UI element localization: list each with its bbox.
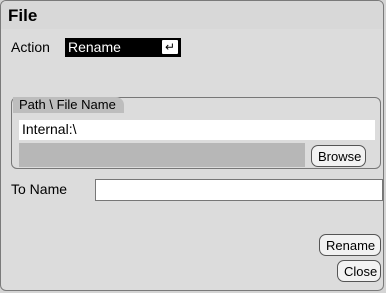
file-dialog: File Action Rename ↵ Path \ File Name In… [0, 0, 384, 291]
to-name-label: To Name [11, 181, 68, 197]
action-dropdown[interactable]: Rename ↵ [65, 38, 181, 57]
title-bar: File [1, 1, 383, 29]
rename-button[interactable]: Rename [319, 234, 381, 256]
action-selected-value: Rename [68, 39, 121, 55]
browse-button[interactable]: Browse [311, 145, 366, 167]
path-field[interactable]: Internal:\ [19, 120, 375, 140]
action-label: Action [11, 39, 50, 55]
enter-icon: ↵ [162, 40, 178, 54]
close-button[interactable]: Close [337, 260, 381, 282]
to-name-input[interactable] [95, 179, 383, 201]
dialog-title: File [8, 6, 38, 25]
path-group-title: Path \ File Name [13, 97, 124, 113]
file-list-area[interactable] [19, 143, 305, 167]
